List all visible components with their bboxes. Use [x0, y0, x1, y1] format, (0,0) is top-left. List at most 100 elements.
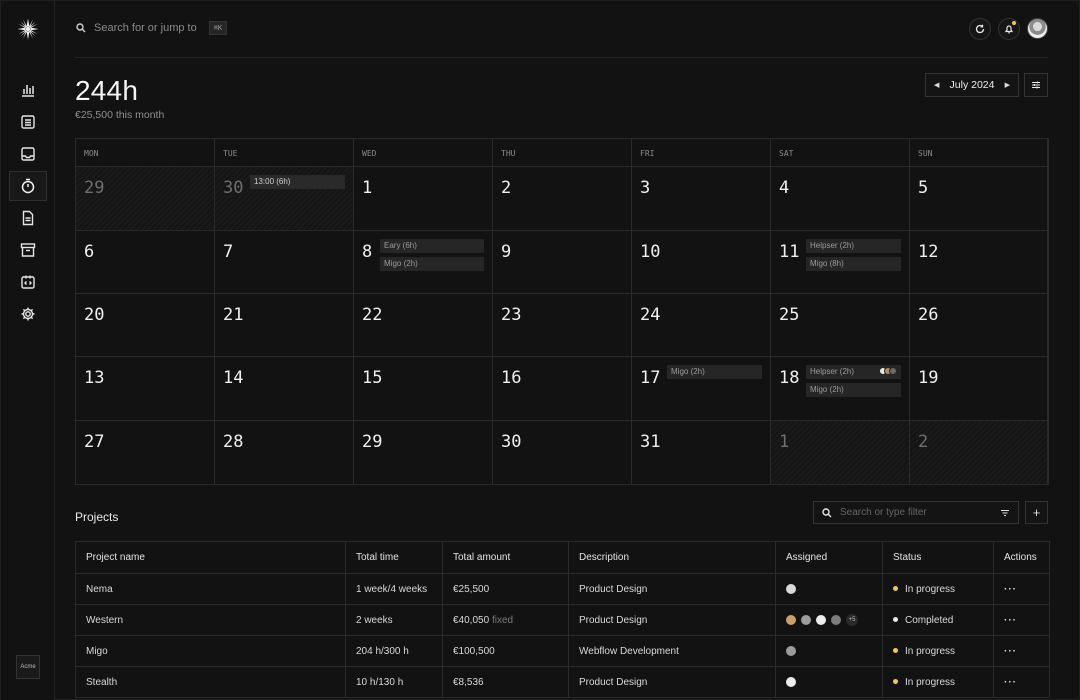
workspace-switcher[interactable]: Acme: [16, 655, 40, 679]
weekday-header: MON: [76, 139, 215, 167]
calendar-day-cell[interactable]: 16: [493, 357, 632, 421]
assignee-list[interactable]: [786, 646, 872, 656]
calendar-day-cell[interactable]: 17 Migo (2h): [632, 357, 771, 421]
calendar-day-cell[interactable]: 19: [910, 357, 1048, 421]
calendar-event[interactable]: Migo (2h): [380, 257, 484, 271]
sidebar-item-integrations[interactable]: [9, 267, 47, 297]
column-header[interactable]: Assigned: [775, 541, 883, 574]
calendar-day-cell[interactable]: 29: [354, 421, 493, 485]
sidebar-item-settings[interactable]: [9, 299, 47, 329]
calendar-day-cell[interactable]: 29: [76, 167, 215, 231]
calendar-day-cell[interactable]: 9: [493, 231, 632, 294]
user-avatar[interactable]: [1027, 18, 1048, 39]
calendar-day-cell[interactable]: 30 13:00 (6h): [215, 167, 354, 231]
calendar-grid: MON TUE WED THU FRI SAT SUN 29 30 13:00 (6h) 1 2 3 4 5…: [75, 138, 1049, 485]
calendar-day-cell[interactable]: 4: [771, 167, 910, 231]
month-picker[interactable]: ◀ July 2024 ▶: [925, 73, 1019, 97]
next-month-icon[interactable]: ▶: [1005, 81, 1010, 89]
event-label: Eary (6h): [384, 241, 417, 250]
calendar-day-cell[interactable]: 8 Eary (6h) Migo (2h): [354, 231, 493, 294]
sidebar-item-archive[interactable]: [9, 235, 47, 265]
calendar-settings-button[interactable]: [1024, 73, 1048, 97]
row-actions-menu-icon[interactable]: ···: [1004, 615, 1017, 626]
sidebar-item-analytics[interactable]: [9, 75, 47, 105]
global-search[interactable]: Search for or jump to ⌘K: [76, 21, 228, 35]
column-header[interactable]: Project name: [75, 541, 346, 574]
previous-month-icon[interactable]: ◀: [934, 81, 939, 89]
calendar-day-cell[interactable]: 7: [215, 231, 354, 294]
calendar-event[interactable]: Helpser (2h): [806, 239, 901, 253]
table-row[interactable]: Migo 204 h/300 h €100,500 Webflow Developme…: [75, 635, 1050, 667]
project-filter-search[interactable]: Search or type filter: [813, 501, 1019, 524]
column-header[interactable]: Status: [882, 541, 994, 574]
total-time-cell: 2 weeks: [345, 604, 443, 636]
refresh-button[interactable]: [969, 18, 991, 40]
table-row[interactable]: Stealth 10 h/130 h €8,536 Product Design In …: [75, 666, 1050, 698]
day-number: 8: [362, 242, 373, 262]
table-row[interactable]: Nema 1 week/4 weeks €25,500 Product Design I…: [75, 573, 1050, 605]
add-project-button[interactable]: +: [1025, 501, 1048, 524]
calendar-day-cell[interactable]: 2: [910, 421, 1048, 485]
calendar-day-cell[interactable]: 1: [354, 167, 493, 231]
calendar-day-cell[interactable]: 26: [910, 294, 1048, 357]
filter-icon[interactable]: [1000, 508, 1010, 518]
calendar-day-cell[interactable]: 13: [76, 357, 215, 421]
calendar-day-cell[interactable]: 11 Helpser (2h) Migo (8h): [771, 231, 910, 294]
list-icon: [21, 115, 35, 129]
calendar-event[interactable]: Migo (2h): [667, 365, 762, 379]
column-header[interactable]: Actions: [993, 541, 1050, 574]
calendar-event[interactable]: Eary (6h): [380, 239, 484, 253]
calendar-day-cell[interactable]: 14: [215, 357, 354, 421]
calendar-day-cell[interactable]: 10: [632, 231, 771, 294]
more-assignees-badge[interactable]: +5: [846, 614, 858, 626]
calendar-day-cell[interactable]: 5: [910, 167, 1048, 231]
calendar-event[interactable]: Migo (2h): [806, 383, 901, 397]
calendar-day-cell[interactable]: 3: [632, 167, 771, 231]
row-actions-menu-icon[interactable]: ···: [1004, 646, 1017, 657]
calendar-day-cell[interactable]: 23: [493, 294, 632, 357]
actions-cell: ···: [993, 666, 1050, 698]
app-logo-icon[interactable]: [17, 18, 39, 40]
calendar-day-cell[interactable]: 20: [76, 294, 215, 357]
calendar-event[interactable]: 13:00 (6h): [250, 175, 345, 189]
calendar-event[interactable]: Migo (8h): [806, 257, 901, 271]
calendar-day-cell[interactable]: 31: [632, 421, 771, 485]
description-cell: Product Design: [568, 604, 776, 636]
calendar-day-cell[interactable]: 22: [354, 294, 493, 357]
calendar-day-cell[interactable]: 15: [354, 357, 493, 421]
sidebar-item-list[interactable]: [9, 107, 47, 137]
sidebar-item-documents[interactable]: [9, 203, 47, 233]
event-label: Migo (8h): [810, 259, 844, 268]
notifications-button[interactable]: [998, 18, 1020, 40]
filter-search-placeholder: Search or type filter: [840, 507, 927, 518]
event-assignees: [879, 367, 897, 375]
calendar-day-cell[interactable]: 21: [215, 294, 354, 357]
calendar-day-cell[interactable]: 2: [493, 167, 632, 231]
calendar-day-cell[interactable]: 27: [76, 421, 215, 485]
column-header[interactable]: Total amount: [442, 541, 569, 574]
actions-cell: ···: [993, 573, 1050, 605]
calendar-event[interactable]: Helpser (2h): [806, 365, 901, 379]
calendar-day-cell[interactable]: 1: [771, 421, 910, 485]
calendar-day-cell[interactable]: 12: [910, 231, 1048, 294]
assignee-list[interactable]: [786, 677, 872, 687]
column-header[interactable]: Total time: [345, 541, 443, 574]
calendar-day-cell[interactable]: 28: [215, 421, 354, 485]
calendar-day-cell[interactable]: 6: [76, 231, 215, 294]
sidebar-item-time-tracker[interactable]: [9, 171, 47, 201]
assignee-list[interactable]: [786, 584, 872, 594]
calendar-day-cell[interactable]: 25: [771, 294, 910, 357]
table-row[interactable]: Western 2 weeks €40,050 fixed Product Desig…: [75, 604, 1050, 636]
calendar-day-cell[interactable]: 18 Helpser (2h) Migo (2h): [771, 357, 910, 421]
day-number: 26: [918, 305, 939, 325]
column-header[interactable]: Description: [568, 541, 776, 574]
calendar-day-cell[interactable]: 24: [632, 294, 771, 357]
sidebar-item-inbox[interactable]: [9, 139, 47, 169]
calendar-day-cell[interactable]: 30: [493, 421, 632, 485]
status-label: In progress: [905, 645, 956, 657]
assigned-cell: [775, 573, 883, 605]
row-actions-menu-icon[interactable]: ···: [1004, 584, 1017, 595]
row-actions-menu-icon[interactable]: ···: [1004, 677, 1017, 688]
event-label: Migo (2h): [384, 259, 418, 268]
assignee-list[interactable]: +5: [786, 614, 872, 626]
